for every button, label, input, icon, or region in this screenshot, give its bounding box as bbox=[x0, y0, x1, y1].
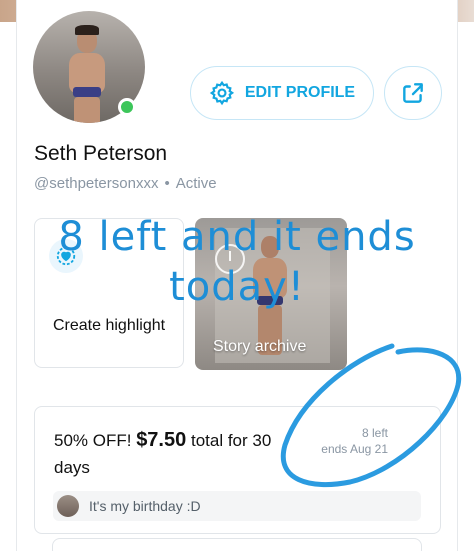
avatar bbox=[57, 495, 79, 517]
promotion-price: $7.50 bbox=[136, 429, 187, 451]
edit-profile-label: EDIT PROFILE bbox=[244, 84, 356, 101]
promotion-title: 50% OFF! $7.50 total for 30 days bbox=[54, 427, 304, 481]
story-archive-label: Story archive bbox=[213, 338, 307, 355]
profile-handle-line: @sethpetersonxxx • Active bbox=[34, 175, 217, 192]
share-button[interactable] bbox=[384, 66, 442, 120]
clock-icon bbox=[215, 244, 245, 274]
gear-icon bbox=[209, 80, 234, 106]
promotion-availability: 8 left ends Aug 21 bbox=[321, 425, 388, 457]
story-archive-tile[interactable]: Story archive bbox=[195, 218, 347, 370]
heart-circle-icon bbox=[49, 239, 83, 273]
edit-profile-button[interactable]: EDIT PROFILE bbox=[190, 66, 374, 120]
share-icon bbox=[403, 83, 423, 103]
promotion-left-count: 8 left bbox=[361, 426, 388, 440]
online-status-dot bbox=[118, 98, 136, 116]
create-highlight-label: Create highlight bbox=[53, 317, 166, 334]
promotion-message: It's my birthday :D bbox=[53, 491, 421, 521]
promotion-end-date: ends Aug 21 bbox=[321, 442, 388, 456]
create-highlight-tile[interactable]: Create highlight bbox=[34, 218, 184, 368]
next-card bbox=[52, 538, 422, 551]
promotion-card[interactable]: 50% OFF! $7.50 total for 30 days 8 left … bbox=[34, 406, 441, 534]
profile-name: Seth Peterson bbox=[34, 142, 168, 165]
profile-status: Active bbox=[175, 175, 217, 192]
profile-handle[interactable]: @sethpetersonxxx bbox=[34, 175, 158, 192]
promotion-message-text: It's my birthday :D bbox=[89, 498, 201, 514]
promotion-prefix: 50% OFF! bbox=[54, 431, 137, 450]
